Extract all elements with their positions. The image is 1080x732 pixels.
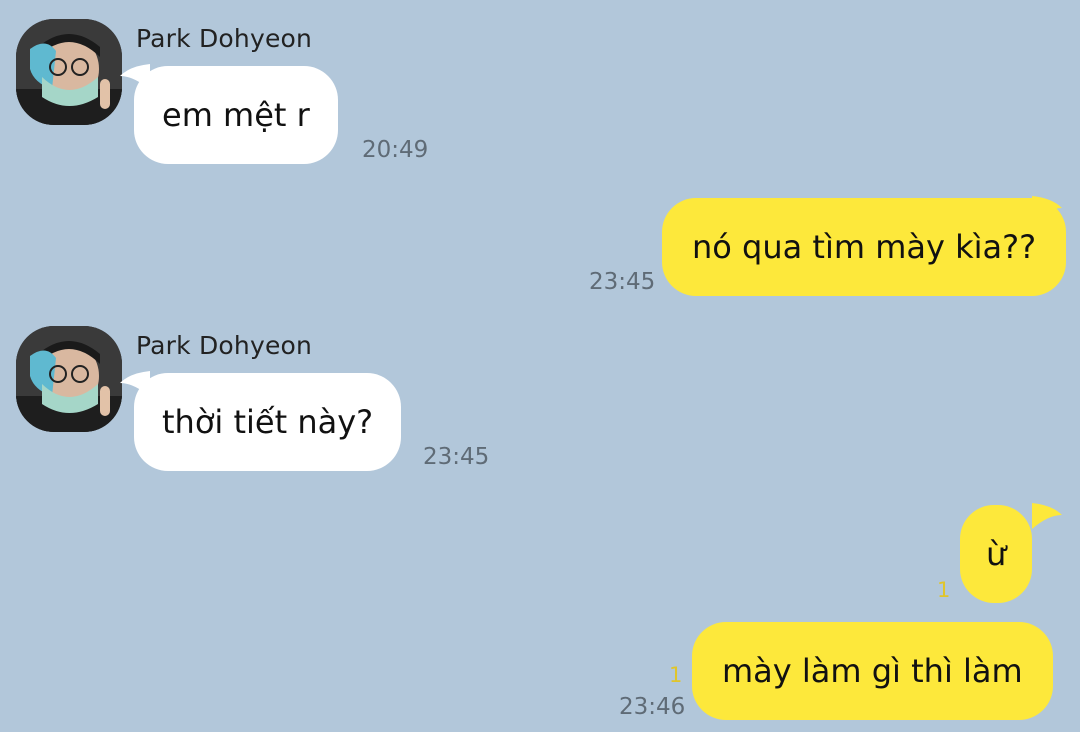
profile-photo-icon — [16, 326, 122, 432]
unread-count: 1 — [937, 578, 951, 602]
message-time: 23:46 — [619, 694, 686, 720]
message-bubble-outgoing[interactable]: nó qua tìm mày kìa?? — [662, 198, 1067, 296]
message-bubble-incoming[interactable]: thời tiết này? — [134, 373, 402, 471]
profile-photo-icon — [16, 19, 122, 125]
sender-name: Park Dohyeon — [136, 24, 313, 53]
avatar[interactable] — [16, 326, 122, 432]
unread-count: 1 — [669, 663, 683, 687]
message-bubble-outgoing[interactable]: mày làm gì thì làm — [692, 622, 1053, 720]
bubble-tail — [1032, 196, 1062, 222]
message-text: ừ — [986, 535, 1007, 573]
chat-log[interactable]: Park Dohyeon em mệt r 20:49 nó qua tìm m… — [0, 0, 1080, 732]
message-text: thời tiết này? — [162, 403, 374, 441]
bubble-tail — [1032, 503, 1062, 529]
message-text: nó qua tìm mày kìa?? — [692, 228, 1037, 266]
message-time: 23:45 — [589, 269, 656, 295]
message-text: mày làm gì thì làm — [722, 652, 1023, 690]
message-time: 23:45 — [423, 444, 490, 470]
message-time: 20:49 — [362, 137, 429, 163]
message-bubble-incoming[interactable]: em mệt r — [134, 66, 338, 164]
avatar[interactable] — [16, 19, 122, 125]
sender-name: Park Dohyeon — [136, 331, 313, 360]
message-text: em mệt r — [162, 96, 310, 134]
message-bubble-outgoing[interactable]: ừ — [960, 505, 1033, 603]
